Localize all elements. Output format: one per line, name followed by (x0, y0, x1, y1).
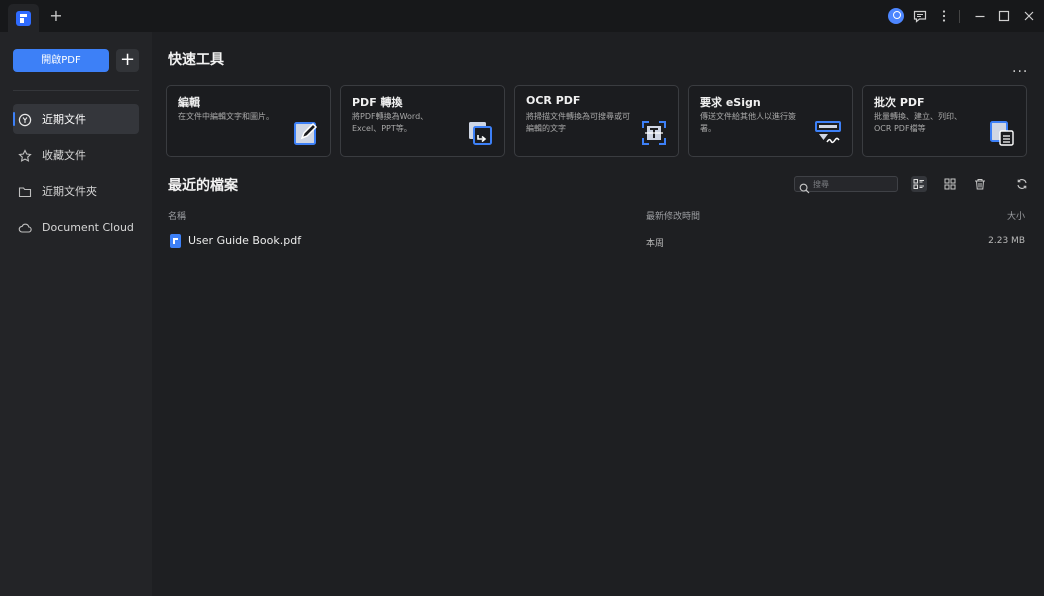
close-button[interactable] (1021, 8, 1037, 24)
quick-tools-title: 快速工具 (168, 52, 224, 68)
delete-button[interactable] (972, 176, 988, 192)
file-name: User Guide Book.pdf (188, 234, 302, 247)
card-title: 編輯 (178, 96, 200, 109)
card-title: 批次 PDF (874, 96, 925, 109)
card-title: 要求 eSign (700, 96, 761, 109)
app-tab[interactable] (8, 4, 39, 32)
refresh-button[interactable] (1014, 176, 1030, 192)
sidebar-item-document-cloud[interactable]: Document Cloud (13, 212, 139, 242)
card-description: 將PDF轉換為Word、Excel、PPT等。 (352, 112, 429, 133)
search-input[interactable] (813, 178, 893, 190)
grid-view-button[interactable] (942, 176, 958, 192)
card-description: 在文件中編輯文字和圖片。 (178, 112, 274, 121)
sidebar-item-label: 近期文件 (42, 113, 86, 126)
card-description: 將掃描文件轉換為可搜尋或可編輯的文字 (526, 112, 630, 133)
open-pdf-button[interactable]: 開啟PDF (13, 49, 109, 72)
title-bar: + (0, 0, 1044, 32)
tool-card-pdf-convert[interactable]: PDF 轉換 將PDF轉換為Word、Excel、PPT等。 (340, 85, 505, 157)
card-title: PDF 轉換 (352, 96, 403, 109)
maximize-button[interactable] (996, 8, 1012, 24)
card-description: 批量轉換、建立、列印、OCR PDF檔等 (874, 112, 962, 133)
add-button[interactable]: + (116, 49, 139, 72)
card-title: OCR PDF (526, 94, 581, 107)
sidebar-item-label: 近期文件夾 (42, 185, 97, 198)
new-tab-button[interactable]: + (48, 7, 64, 25)
file-modified: 本周 (646, 239, 665, 249)
refresh-icon (1017, 179, 1027, 189)
tool-card-edit[interactable]: 編輯 在文件中編輯文字和圖片。 (166, 85, 331, 157)
cloud-icon (18, 220, 32, 234)
minimize-button[interactable] (972, 8, 988, 24)
sidebar: 開啟PDF + 近期文件 收藏文件 近期文件夾 Document Cloud (0, 32, 152, 596)
app-logo-icon (16, 11, 31, 26)
pdf-file-icon (170, 234, 181, 248)
trash-icon (975, 179, 985, 190)
list-view-button[interactable] (911, 176, 927, 192)
column-header-modified[interactable]: 最新修改時間 (646, 209, 700, 222)
recent-files-title: 最近的檔案 (168, 178, 238, 194)
tool-card-esign[interactable]: 要求 eSign 傳送文件給其他人以進行簽署。 (688, 85, 853, 157)
star-icon (18, 148, 32, 162)
recent-icon (18, 112, 32, 127)
sidebar-divider (13, 90, 139, 91)
more-vertical-icon[interactable] (936, 8, 952, 24)
tool-card-batch-pdf[interactable]: 批次 PDF 批量轉換、建立、列印、OCR PDF檔等 (862, 85, 1027, 157)
tool-card-ocr-pdf[interactable]: OCR PDF 將掃描文件轉換為可搜尋或可編輯的文字 (514, 85, 679, 157)
ocr-icon (640, 119, 668, 147)
table-row[interactable]: User Guide Book.pdf 本周 2.23 MB (160, 229, 1036, 253)
folder-icon (18, 184, 32, 198)
file-size: 2.23 MB (988, 236, 1025, 246)
account-icon[interactable] (888, 8, 904, 24)
search-box[interactable] (794, 176, 898, 194)
sidebar-item-recent-folders[interactable]: 近期文件夾 (13, 176, 139, 206)
sidebar-item-recent[interactable]: 近期文件 (13, 104, 139, 134)
sidebar-item-favorites[interactable]: 收藏文件 (13, 140, 139, 170)
column-header-size[interactable]: 大小 (1007, 209, 1025, 222)
sidebar-item-label: 收藏文件 (42, 149, 86, 162)
batch-icon (988, 119, 1016, 147)
list-view-icon (913, 179, 924, 189)
esign-icon (814, 119, 842, 147)
titlebar-divider (959, 10, 960, 23)
card-description: 傳送文件給其他人以進行簽署。 (700, 112, 796, 133)
more-options-button[interactable]: ... (1012, 60, 1028, 76)
column-header-name[interactable]: 名稱 (168, 209, 186, 222)
convert-icon (466, 119, 494, 147)
grid-view-icon (944, 178, 956, 190)
sidebar-item-label: Document Cloud (42, 220, 134, 234)
feedback-icon[interactable] (912, 8, 928, 24)
search-icon (799, 179, 810, 198)
edit-icon (292, 119, 320, 147)
